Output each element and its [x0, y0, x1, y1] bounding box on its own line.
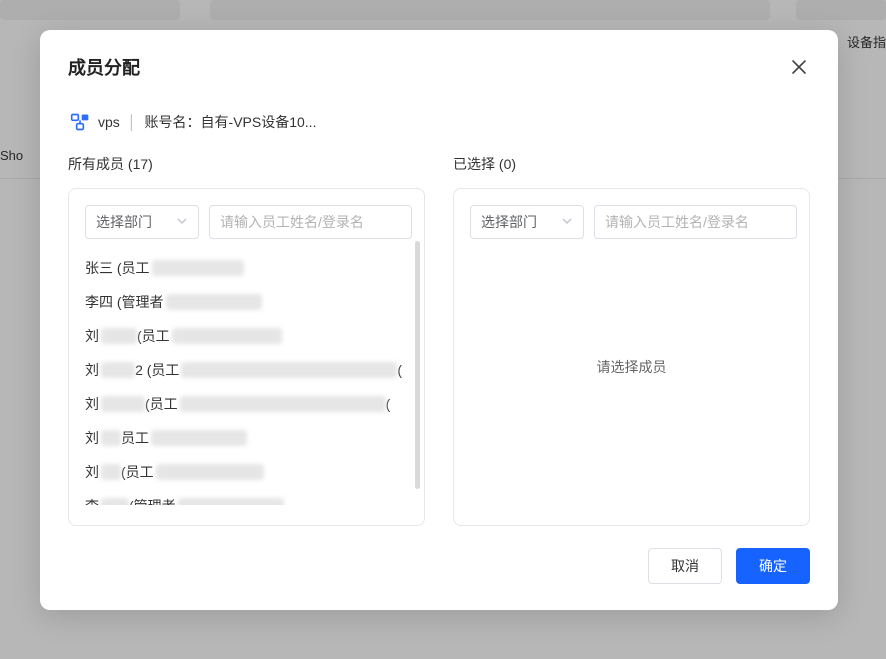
scrollbar[interactable] — [415, 241, 420, 515]
account-info-row: vps │ 账号名： 自有-VPS设备10... — [68, 112, 810, 132]
right-name-input[interactable] — [594, 205, 797, 239]
scrollbar-thumb[interactable] — [415, 241, 420, 489]
account-value: 自有-VPS设备10... — [201, 112, 317, 132]
empty-selected-msg: 请选择成员 — [454, 357, 809, 377]
right-dept-select[interactable]: 选择部门 — [470, 205, 584, 239]
left-name-input[interactable] — [209, 205, 412, 239]
member-item[interactable]: 李 (管理者 — [85, 489, 402, 505]
modal-title: 成员分配 — [68, 54, 140, 80]
member-item[interactable]: 张三 (员工 — [85, 251, 402, 285]
member-item[interactable]: 刘 员工 — [85, 421, 402, 455]
chevron-down-icon — [561, 214, 573, 230]
confirm-button[interactable]: 确定 — [736, 548, 810, 584]
member-item[interactable]: 刘 (员工 — [85, 319, 402, 353]
cancel-button[interactable]: 取消 — [648, 548, 722, 584]
close-icon — [791, 59, 807, 75]
member-item[interactable]: 刘 (员工 ( — [85, 387, 402, 421]
selected-members-caption: 已选择 (0) — [453, 154, 810, 174]
chevron-down-icon — [176, 214, 188, 230]
all-members-panel: 所有成员 (17) 选择部门 张三 (员工李四 (管理者刘 (员工 刘 2 (员… — [68, 154, 425, 526]
dept-select-label: 选择部门 — [96, 212, 152, 232]
close-button[interactable] — [788, 56, 810, 78]
vps-icon — [70, 112, 90, 132]
member-item[interactable]: 刘 (员工 — [85, 455, 402, 489]
vps-tag: vps — [98, 114, 120, 130]
member-assign-modal: 成员分配 vps │ 账号名： 自有-VPS设备10... 所有成员 (17) — [40, 30, 838, 610]
info-separator: │ — [128, 114, 137, 130]
left-dept-select[interactable]: 选择部门 — [85, 205, 199, 239]
member-item[interactable]: 李四 (管理者 — [85, 285, 402, 319]
account-label: 账号名： — [145, 112, 201, 132]
selected-members-panel: 已选择 (0) 选择部门 请选择成员 — [453, 154, 810, 526]
all-members-caption: 所有成员 (17) — [68, 154, 425, 174]
dept-select-label: 选择部门 — [481, 212, 537, 232]
member-item[interactable]: 刘 2 (员工 ( — [85, 353, 402, 387]
